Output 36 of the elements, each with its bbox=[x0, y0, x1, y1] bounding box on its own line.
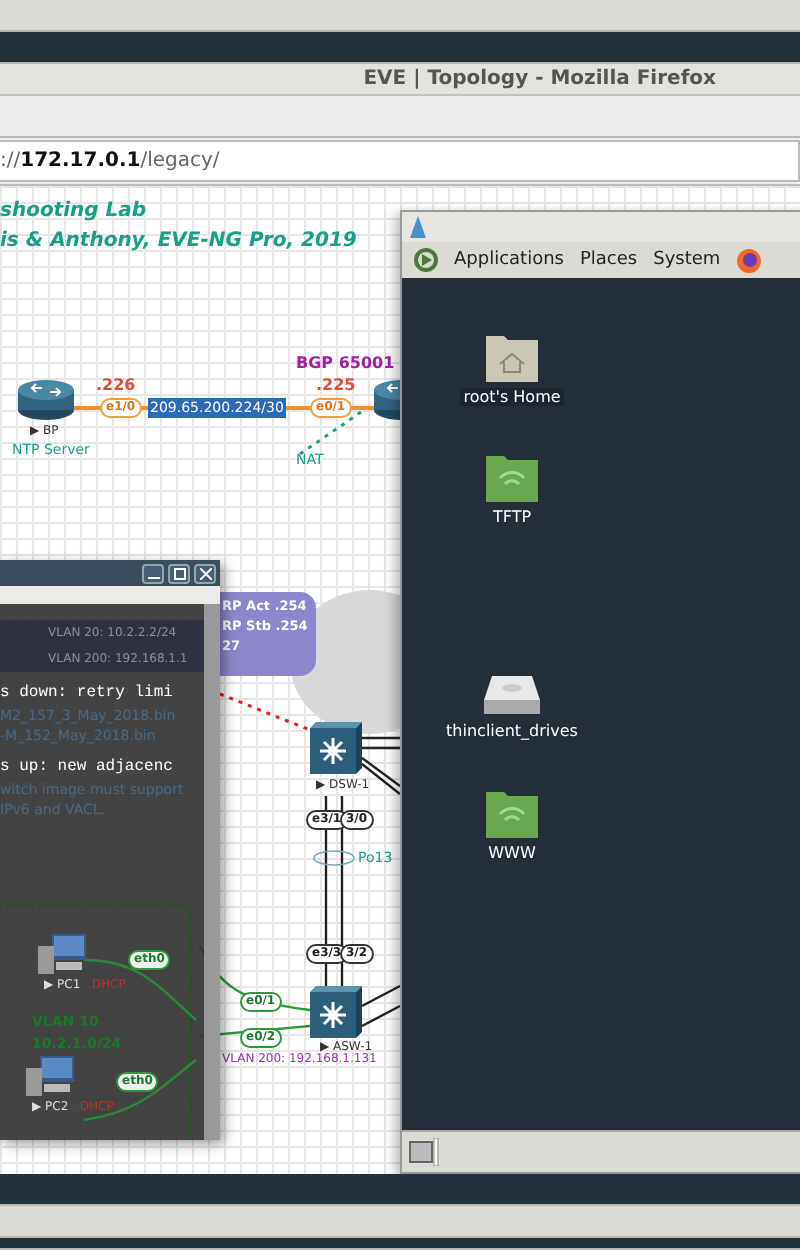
maximize-button[interactable] bbox=[168, 563, 190, 583]
computer-icon bbox=[24, 1056, 76, 1096]
maximize-icon bbox=[173, 567, 185, 579]
home-folder-icon bbox=[484, 332, 540, 382]
menu-item[interactable]: System bbox=[653, 250, 721, 270]
menu-item[interactable]: Applications bbox=[454, 250, 564, 270]
desktop-icon-label[interactable]: TFTP bbox=[488, 508, 536, 526]
switch-icon bbox=[310, 986, 362, 1038]
menu-item[interactable]: Places bbox=[579, 250, 638, 270]
console-line: s up: new adjacenc bbox=[0, 756, 175, 780]
desktop-icon-label[interactable]: root's Home bbox=[459, 388, 565, 406]
show-desktop-icon[interactable] bbox=[408, 1138, 440, 1166]
shared-folder-icon bbox=[484, 788, 540, 838]
topology-label: BGP 65001 bbox=[294, 354, 397, 374]
lab-title: is & Anthony, EVE-NG Pro, 2019 bbox=[0, 230, 357, 252]
link-line bbox=[219, 692, 311, 732]
close-icon bbox=[199, 567, 211, 579]
app-icon bbox=[410, 216, 426, 238]
topology-label: .225 bbox=[314, 376, 358, 396]
desktop-icon-label[interactable]: WWW bbox=[484, 844, 540, 862]
port-channel-ellipse bbox=[313, 850, 355, 866]
address-field[interactable]: ://172.17.0.1/legacy/ bbox=[0, 140, 800, 182]
menu-logo-icon bbox=[414, 248, 438, 272]
desktop-icon-label[interactable]: thinclient_drives bbox=[442, 722, 582, 740]
computer-icon bbox=[36, 934, 88, 974]
browser-icon[interactable] bbox=[736, 247, 763, 273]
shared-folder-icon bbox=[484, 452, 540, 502]
drive-icon bbox=[482, 672, 542, 716]
console-line: s down: retry limi bbox=[0, 682, 175, 706]
switch-icon bbox=[310, 722, 362, 774]
window-title: EVE | Topology - Mozilla Firefox bbox=[363, 68, 716, 90]
lab-title: shooting Lab bbox=[0, 200, 147, 222]
router-icon bbox=[16, 378, 76, 422]
close-button[interactable] bbox=[194, 563, 216, 583]
minimize-button[interactable] bbox=[142, 563, 164, 583]
topology-label: .226 bbox=[94, 376, 138, 396]
